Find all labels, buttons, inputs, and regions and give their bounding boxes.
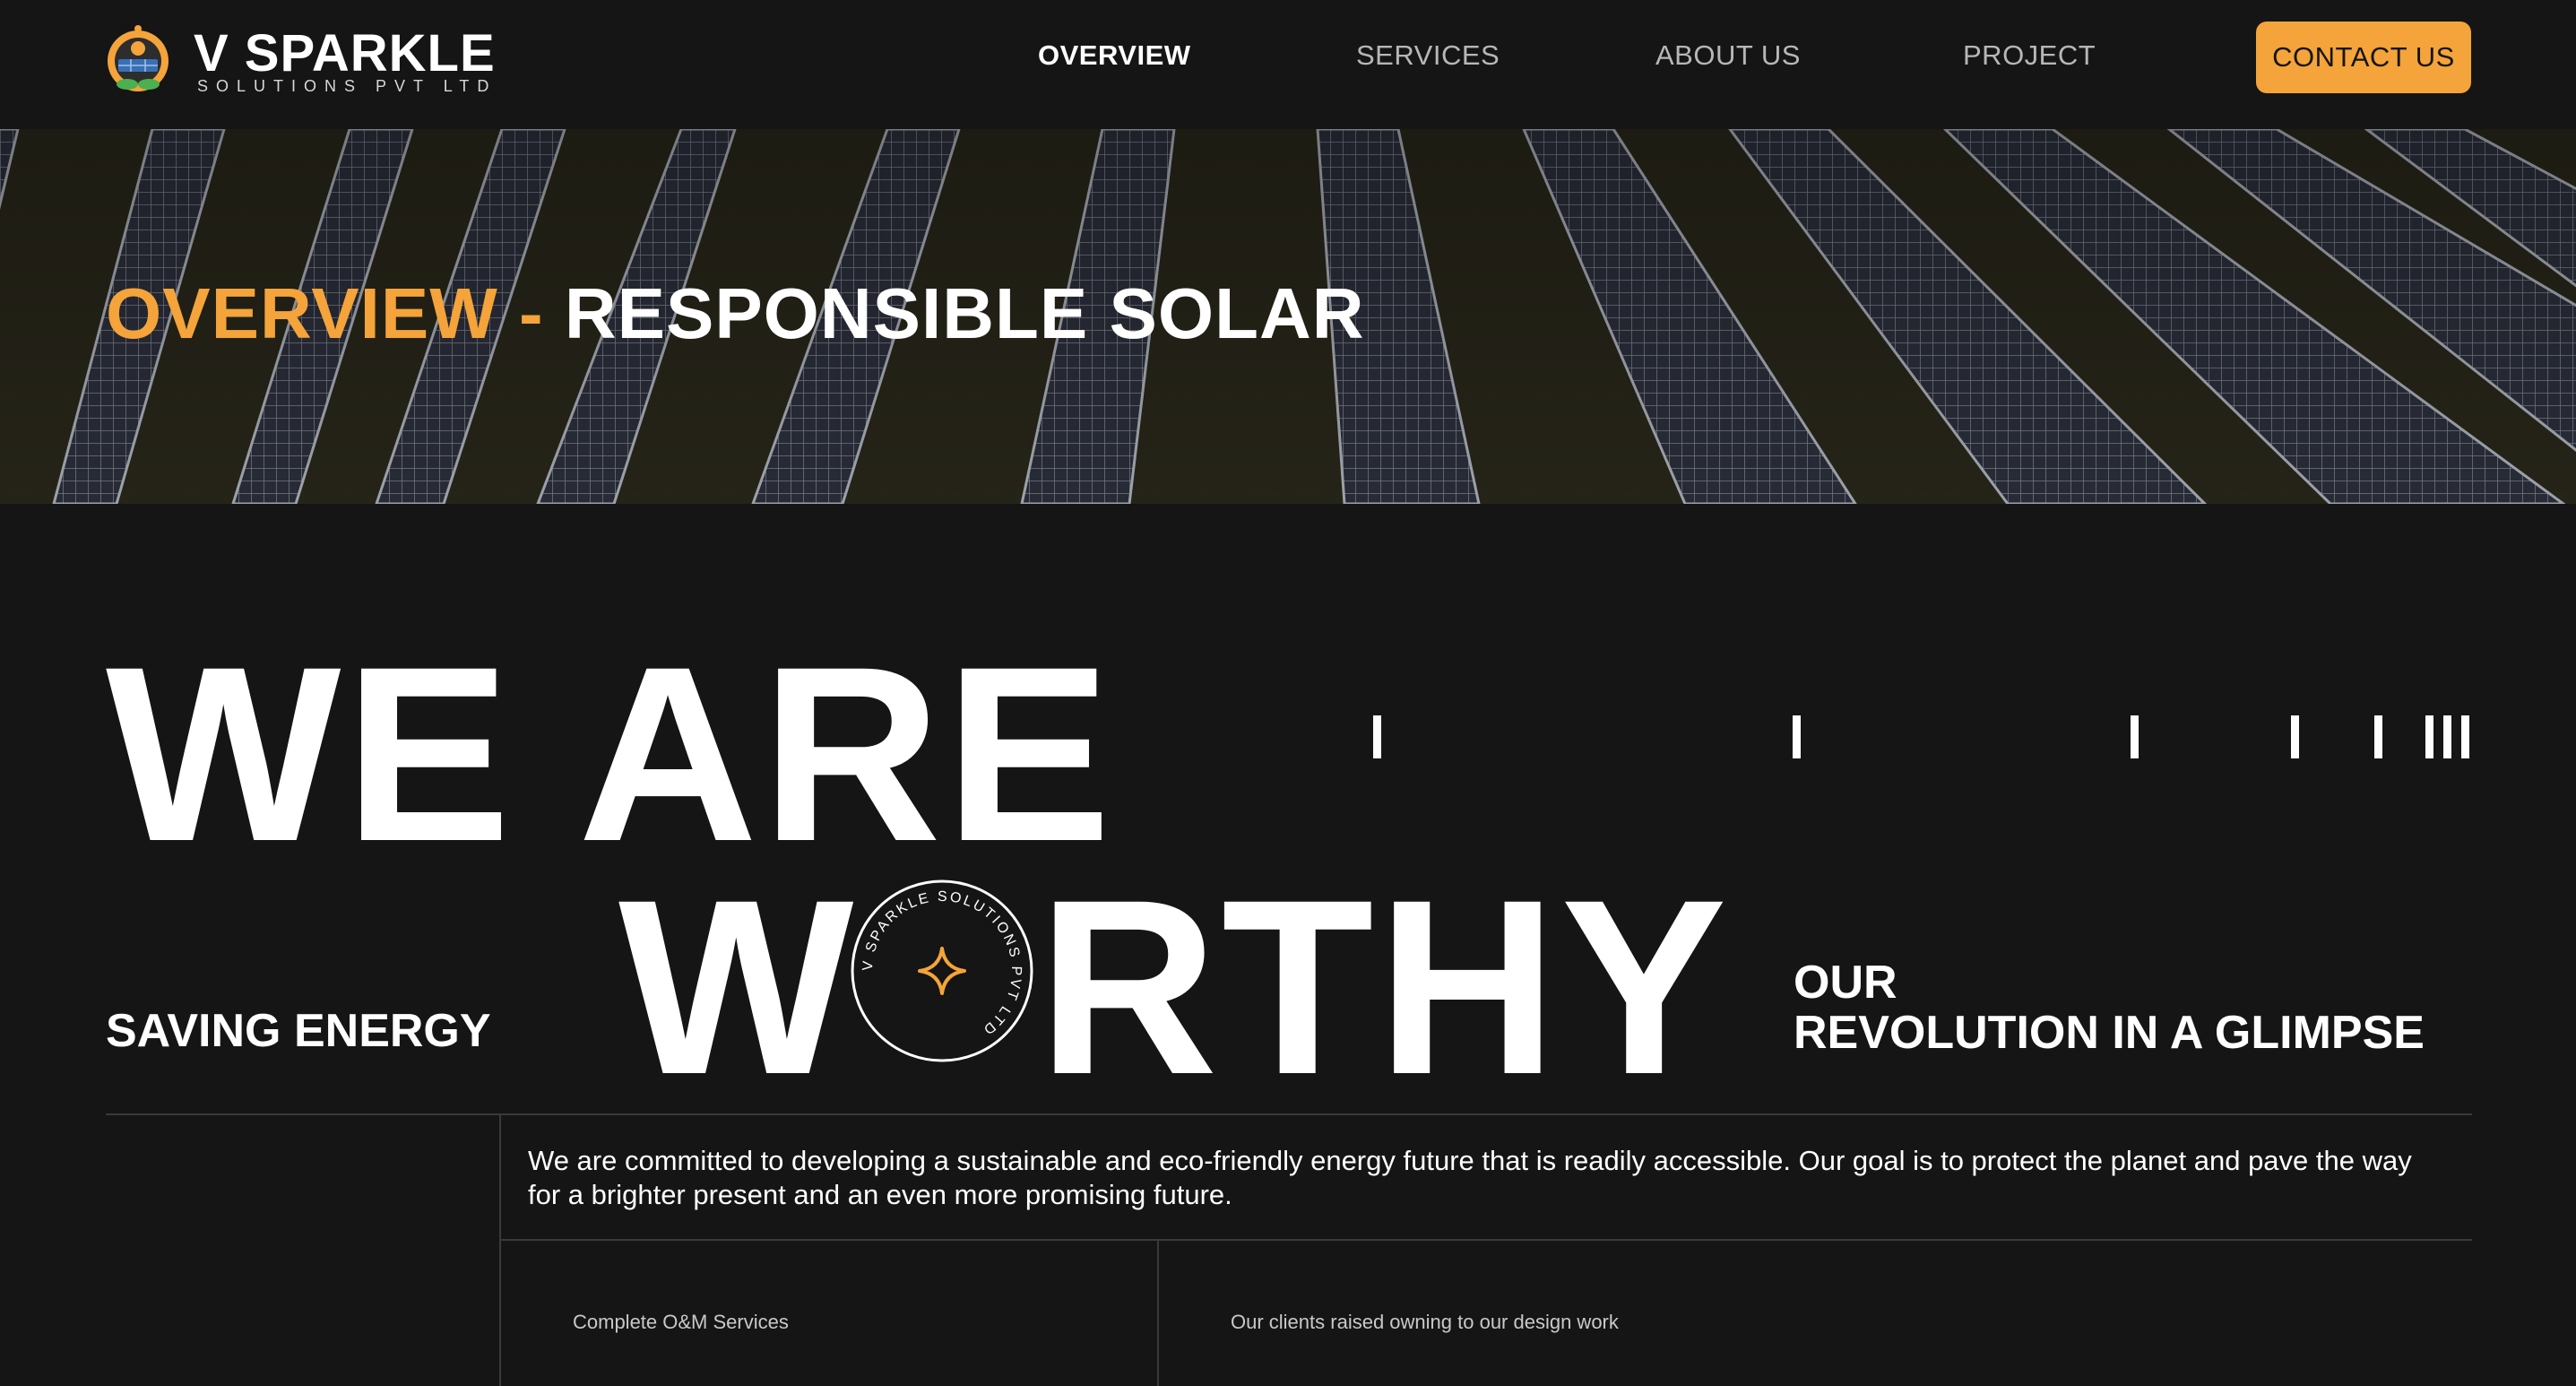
nav-project[interactable]: PROJECT bbox=[1963, 39, 2096, 72]
revolution-label-line2: REVOLUTION IN A GLIMPSE bbox=[1794, 1007, 2425, 1059]
tick-mark bbox=[2425, 715, 2433, 758]
sun-logo-icon bbox=[108, 25, 169, 91]
nav-overview[interactable]: OVERVIEW bbox=[1038, 39, 1191, 72]
contact-us-button[interactable]: CONTACT US bbox=[2256, 22, 2471, 93]
brand-logo[interactable]: V SPARKLE SOLUTIONS PVT LTD bbox=[106, 23, 495, 99]
divider-top bbox=[106, 1113, 2472, 1115]
tick-mark bbox=[2291, 715, 2299, 758]
tick-mark bbox=[1793, 715, 1801, 758]
divider-vertical-left bbox=[499, 1114, 501, 1386]
headline-w: W bbox=[618, 847, 858, 1126]
banner-title-text: RESPONSIBLE SOLAR bbox=[564, 273, 1365, 353]
feature-clients: Our clients raised owning to our design … bbox=[1231, 1311, 1619, 1333]
divider-vertical-mid bbox=[1157, 1240, 1159, 1386]
tick-mark bbox=[2443, 715, 2451, 758]
tick-mark bbox=[2461, 715, 2469, 758]
headline-we-are: WE ARE bbox=[106, 614, 1115, 893]
tick-mark bbox=[1373, 715, 1381, 758]
revolution-label: OUR REVOLUTION IN A GLIMPSE bbox=[1794, 957, 2425, 1058]
feature-om-services: Complete O&M Services bbox=[573, 1311, 789, 1333]
rotating-badge: V SPARKLE SOLUTIONS PVT LTD bbox=[851, 879, 1033, 1062]
tick-mark bbox=[2131, 715, 2139, 758]
headline-rthy: RTHY bbox=[1038, 847, 1731, 1126]
brand-name: V SPARKLE bbox=[194, 24, 496, 82]
top-nav: V SPARKLE SOLUTIONS PVT LTD OVERVIEW SER… bbox=[0, 0, 2576, 129]
divider-middle bbox=[500, 1239, 2472, 1241]
hero-banner: OVERVIEW - RESPONSIBLE SOLAR bbox=[0, 129, 2576, 504]
brand-subtitle: SOLUTIONS PVT LTD bbox=[197, 77, 497, 95]
mission-statement: We are committed to developing a sustain… bbox=[528, 1145, 2412, 1210]
banner-title-accent: OVERVIEW - bbox=[106, 273, 544, 353]
banner-title: OVERVIEW - RESPONSIBLE SOLAR bbox=[106, 273, 1365, 355]
tick-mark bbox=[2374, 715, 2382, 758]
nav-about-us[interactable]: ABOUT US bbox=[1655, 39, 1801, 72]
saving-energy-label: SAVING ENERGY bbox=[106, 1005, 491, 1057]
revolution-label-line1: OUR bbox=[1794, 957, 1897, 1009]
nav-services[interactable]: SERVICES bbox=[1356, 39, 1500, 72]
